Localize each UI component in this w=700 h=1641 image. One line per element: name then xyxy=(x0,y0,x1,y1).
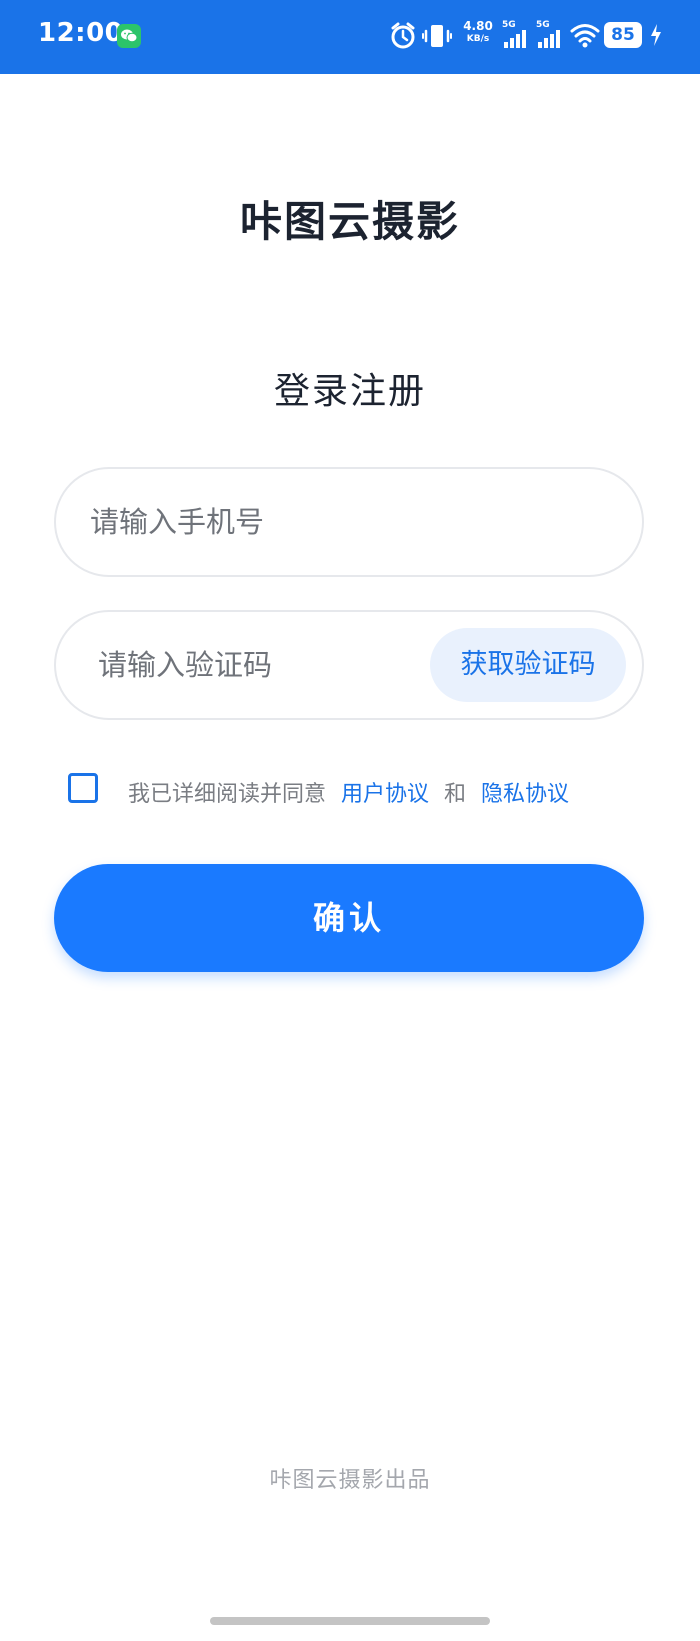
login-register-title: 登录注册 xyxy=(273,371,426,412)
signal-sim1: 5G xyxy=(502,20,530,50)
sim2-label: 5G xyxy=(536,20,550,30)
phone-input[interactable] xyxy=(90,469,610,575)
network-speed: 4.80 KB/s xyxy=(460,20,496,46)
agreement-row: 我已详细阅读并同意 用户协议 和 隐私协议 xyxy=(66,770,666,810)
status-bar: 12:00 4.80 KB/s 5G 5G 85 xyxy=(0,0,700,74)
home-indicator[interactable] xyxy=(210,1617,490,1625)
agreement-and: 和 xyxy=(444,782,467,807)
get-code-button[interactable]: 获取验证码 xyxy=(430,628,626,702)
phone-field-container xyxy=(54,467,644,577)
charging-icon xyxy=(650,24,662,50)
status-time: 12:00 xyxy=(38,18,124,48)
vibrate-icon xyxy=(422,22,452,54)
app-title: 咔图云摄影 xyxy=(239,197,460,246)
agreement-checkbox[interactable] xyxy=(68,773,98,803)
network-speed-unit: KB/s xyxy=(466,34,490,44)
sim1-label: 5G xyxy=(502,20,516,30)
wifi-icon xyxy=(570,22,600,52)
verification-code-input[interactable] xyxy=(98,612,398,718)
privacy-policy-link[interactable]: 隐私协议 xyxy=(481,782,569,807)
agreement-prefix: 我已详细阅读并同意 xyxy=(128,782,327,807)
user-agreement-link[interactable]: 用户协议 xyxy=(333,782,429,807)
battery-icon: 85 xyxy=(604,22,642,48)
network-speed-value: 4.80 xyxy=(463,19,493,33)
signal-sim2: 5G xyxy=(536,20,564,50)
wechat-icon xyxy=(117,24,141,48)
footer-credit: 咔图云摄影出品 xyxy=(269,1468,431,1493)
signal-icon xyxy=(504,30,526,48)
confirm-button[interactable]: 确认 xyxy=(54,864,644,972)
agreement-text: 我已详细阅读并同意 用户协议 和 隐私协议 xyxy=(128,776,569,808)
alarm-icon xyxy=(390,22,416,54)
code-field-container: 获取验证码 xyxy=(54,610,644,720)
signal-icon xyxy=(538,30,560,48)
